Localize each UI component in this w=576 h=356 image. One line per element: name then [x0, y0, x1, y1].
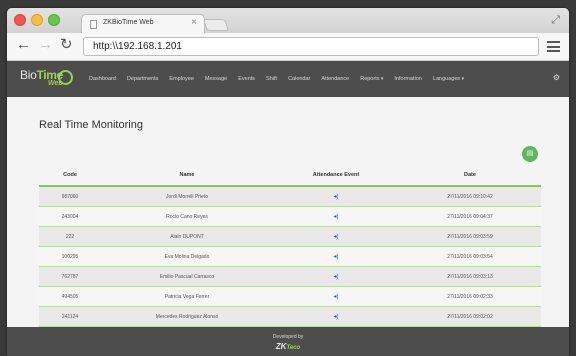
nav-dashboard[interactable]: Dashboard	[89, 76, 116, 82]
page-icon	[90, 20, 97, 29]
tab-title: ZKBioTime Web	[103, 19, 154, 26]
cell-name: Eva Molina Delgado	[164, 253, 210, 260]
cell-date: 27/11/2016 09:04:37	[447, 213, 493, 220]
cell-date: 27/11/2016 09:10:42	[447, 193, 493, 200]
settings-gear-icon[interactable]: ⚙	[553, 73, 560, 82]
nav-information[interactable]: Information	[394, 76, 422, 82]
browser-toolbar: ← → ↻ http:\\192.168.1.201	[7, 33, 569, 61]
monitoring-table: Code Name Attendance Event Date 987060 J…	[39, 165, 541, 327]
nav-reports[interactable]: Reports	[360, 76, 383, 82]
tab-strip: ZKBioTime Web × ⤢	[7, 8, 569, 33]
maximize-window-button[interactable]	[48, 14, 60, 26]
minimize-window-button[interactable]	[31, 14, 43, 26]
browser-window: ZKBioTime Web × ⤢ ← → ↻ http:\\192.168.1…	[7, 8, 569, 356]
cell-code: 494505	[61, 293, 79, 300]
browser-tab[interactable]: ZKBioTime Web ×	[81, 14, 205, 33]
speaker-icon: ◂)	[333, 194, 339, 200]
speaker-icon: ◂)	[333, 214, 339, 220]
cell-name: Rocio Cano Reyes	[166, 213, 208, 220]
cell-name: Jordi Morrell Prieto	[166, 193, 208, 200]
header-code: Code	[63, 172, 77, 178]
table-row[interactable]: 762787 Emilio Pascual Carrasco ◂) 27/11/…	[39, 267, 541, 287]
table-row[interactable]: 987060 Jordi Morrell Prieto ◂) 27/11/201…	[39, 187, 541, 207]
cell-code: 243004	[61, 213, 79, 220]
close-window-button[interactable]	[14, 14, 26, 26]
speaker-icon: ◂)	[333, 254, 339, 260]
app-footer: Developed by ZKTeco	[7, 327, 569, 356]
speaker-icon: ◂)	[333, 294, 339, 300]
cell-code: 222	[65, 233, 75, 240]
cell-date: 27/11/2016 09:02:33	[447, 293, 493, 300]
zkteco-logo: ZKTeco	[7, 342, 569, 351]
table-row[interactable]: 243004 Rocio Cano Reyes ◂) 27/11/2016 09…	[39, 207, 541, 227]
header-name: Name	[179, 172, 195, 178]
url-text: http:\\192.168.1.201	[93, 41, 182, 52]
nav-departments[interactable]: Departments	[127, 76, 159, 82]
cell-date: 27/11/2016 09:03:54	[447, 253, 493, 260]
app-navbar: BioTime Web Dashboard Departments Employ…	[7, 61, 569, 97]
nav-employee[interactable]: Employee	[169, 76, 193, 82]
nav-languages[interactable]: Languages	[433, 76, 464, 82]
cell-date: 27/11/2016 09:03:59	[447, 233, 493, 240]
header-date: Date	[464, 172, 476, 178]
cell-name: Patricia Vega Ferrer	[164, 293, 210, 300]
logo-bio: Bio	[20, 68, 37, 82]
logo-web: Web	[48, 80, 63, 87]
menu-icon[interactable]	[547, 41, 560, 52]
cell-date: 27/11/2016 09:02:02	[447, 313, 493, 320]
cell-name: Mercedes Rodriguez Alonso	[155, 313, 219, 320]
zk-brand: ZK	[275, 342, 287, 351]
page-title: Real Time Monitoring	[39, 119, 143, 131]
document-icon: ▤	[526, 150, 534, 157]
table-body: 987060 Jordi Morrell Prieto ◂) 27/11/201…	[39, 187, 541, 327]
nav-attendance[interactable]: Attendance	[321, 76, 349, 82]
table-row[interactable]: 100295 Eva Molina Delgado ◂) 27/11/2016 …	[39, 247, 541, 267]
speaker-icon: ◂)	[333, 314, 339, 320]
developed-by-label: Developed by	[272, 334, 304, 340]
main-content: Real Time Monitoring ▤ Code Name Attenda…	[7, 97, 569, 327]
speaker-icon: ◂)	[333, 274, 339, 280]
address-bar[interactable]: http:\\192.168.1.201	[83, 37, 539, 56]
table-row[interactable]: 222 Alain DUPONT ◂) 27/11/2016 09:03:59	[39, 227, 541, 247]
nav-message[interactable]: Message	[205, 76, 227, 82]
cell-code: 100295	[61, 253, 79, 260]
cell-date: 27/11/2016 09:03:13	[447, 273, 493, 280]
cell-name: Emilio Pascual Carrasco	[159, 273, 215, 280]
cell-code: 987060	[61, 193, 79, 200]
table-row[interactable]: 494505 Patricia Vega Ferrer ◂) 27/11/201…	[39, 287, 541, 307]
nav-events[interactable]: Events	[238, 76, 255, 82]
back-icon[interactable]: ←	[16, 37, 31, 53]
cell-code: 762787	[61, 273, 79, 280]
forward-icon[interactable]: →	[38, 37, 53, 53]
cell-code: 241124	[61, 313, 79, 320]
reload-icon[interactable]: ↻	[60, 37, 73, 53]
header-attendance-event: Attendance Event	[312, 172, 360, 178]
nav-calendar[interactable]: Calendar	[288, 76, 310, 82]
table-header: Code Name Attendance Event Date	[39, 165, 541, 187]
nav-links: Dashboard Departments Employee Message E…	[89, 61, 475, 97]
nav-shift[interactable]: Shift	[266, 76, 277, 82]
speaker-icon: ◂)	[333, 234, 339, 240]
export-document-button[interactable]: ▤	[522, 146, 538, 162]
cell-name: Alain DUPONT	[170, 233, 204, 240]
zk-brand-suffix: Teco	[286, 345, 301, 351]
table-row[interactable]: 241124 Mercedes Rodriguez Alonso ◂) 27/1…	[39, 307, 541, 327]
tab-close-icon[interactable]: ×	[191, 17, 197, 28]
restore-icon[interactable]: ⤢	[551, 14, 560, 27]
new-tab-button[interactable]	[202, 19, 230, 31]
